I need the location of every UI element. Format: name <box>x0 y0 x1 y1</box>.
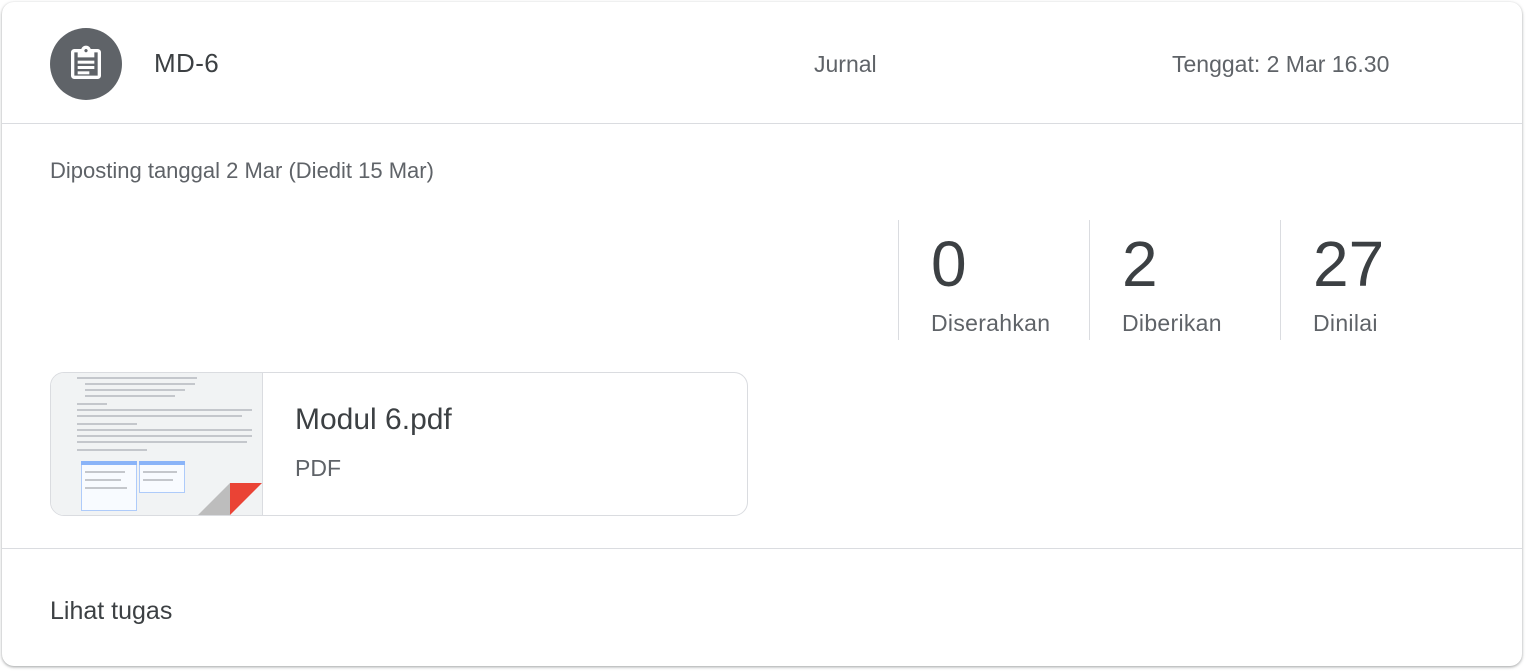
stat-label: Diberikan <box>1122 310 1222 336</box>
assignment-header[interactable]: MD-6 Jurnal Tenggat: 2 Mar 16.30 <box>2 2 1522 124</box>
stat-label: Dinilai <box>1313 310 1378 336</box>
assignment-title: MD-6 <box>154 48 220 78</box>
attachment-type: PDF <box>295 455 341 481</box>
stat-turned-in[interactable]: 0 Diserahkan <box>898 220 1089 340</box>
submission-stats: 0 Diserahkan 2 Diberikan 27 Dinilai <box>898 220 1471 340</box>
stat-assigned[interactable]: 2 Diberikan <box>1089 220 1280 340</box>
stat-label: Diserahkan <box>931 310 1051 336</box>
clipboard-icon <box>71 45 101 79</box>
stat-value: 2 <box>1122 228 1158 300</box>
attachment-card[interactable]: Modul 6.pdf PDF <box>50 372 748 516</box>
topic-label: Jurnal <box>814 51 877 77</box>
assignment-card: MD-6 Jurnal Tenggat: 2 Mar 16.30 Diposti… <box>2 2 1522 666</box>
stat-graded[interactable]: 27 Dinilai <box>1280 220 1471 340</box>
stat-value: 0 <box>931 228 967 300</box>
pdf-corner-icon <box>198 483 262 515</box>
assignment-icon <box>50 28 122 100</box>
attachment-name: Modul 6.pdf <box>295 403 452 436</box>
card-footer: Lihat tugas <box>2 548 1522 666</box>
due-date: Tenggat: 2 Mar 16.30 <box>1172 51 1390 77</box>
stat-value: 27 <box>1313 228 1385 300</box>
posted-date: Diposting tanggal 2 Mar (Diedit 15 Mar) <box>50 158 434 183</box>
pdf-thumbnail <box>51 373 263 515</box>
view-assignment-link[interactable]: Lihat tugas <box>50 597 172 626</box>
